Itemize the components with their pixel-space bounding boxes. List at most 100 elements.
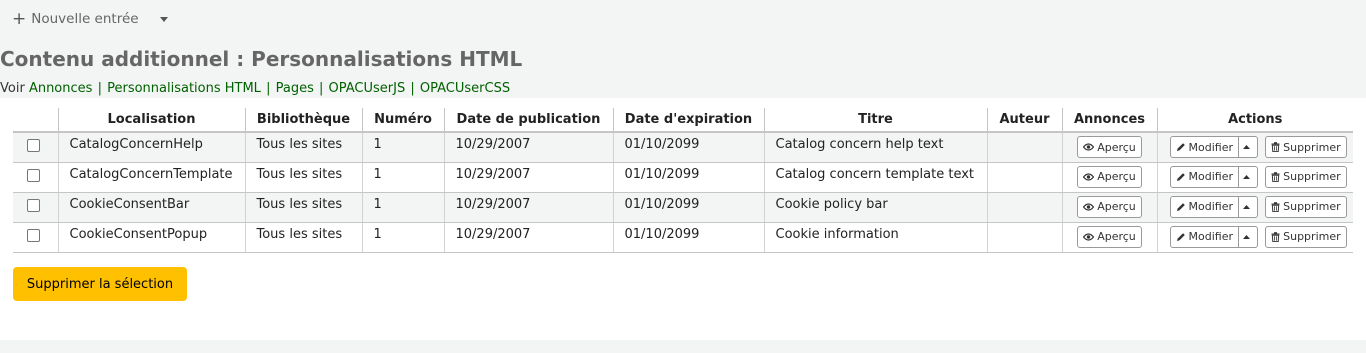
edit-button[interactable]: Modifier bbox=[1169, 195, 1239, 218]
delete-button[interactable]: Supprimer bbox=[1265, 136, 1347, 158]
cell-bibliotheque: Tous les sites bbox=[245, 222, 363, 253]
cell-titre: Cookie information bbox=[764, 222, 988, 253]
caret-up-icon bbox=[1242, 204, 1250, 209]
col-date-publication[interactable]: Date de publication bbox=[444, 108, 614, 133]
link-opacuserjs[interactable]: OPACUserJS bbox=[329, 81, 406, 96]
edit-dropdown-toggle[interactable] bbox=[1238, 225, 1258, 248]
cell-localisation: CookieConsentBar bbox=[58, 192, 246, 223]
preview-button[interactable]: Aperçu bbox=[1077, 225, 1142, 248]
content-panel: Localisation Bibliothèque Numéro Date de… bbox=[0, 98, 1366, 340]
pencil-icon bbox=[1176, 202, 1185, 211]
edit-button[interactable]: Modifier bbox=[1169, 136, 1239, 158]
delete-selection-button[interactable]: Supprimer la sélection bbox=[13, 267, 187, 301]
delete-label: Supprimer bbox=[1283, 140, 1341, 154]
edit-button-group: Modifier bbox=[1169, 225, 1258, 248]
toolbar: + Nouvelle entrée bbox=[12, 8, 171, 30]
preview-button[interactable]: Aperçu bbox=[1077, 136, 1142, 158]
cell-localisation: CatalogConcernHelp bbox=[58, 132, 246, 163]
col-date-expiration[interactable]: Date d'expiration bbox=[613, 108, 765, 133]
preview-label: Aperçu bbox=[1097, 200, 1136, 213]
edit-dropdown-toggle[interactable] bbox=[1238, 165, 1258, 188]
new-entry-button[interactable]: + Nouvelle entrée bbox=[12, 8, 139, 29]
link-separator: | bbox=[410, 81, 415, 96]
cell-auteur bbox=[987, 192, 1063, 223]
page-title: Contenu additionnel : Personnalisations … bbox=[0, 47, 523, 71]
link-opacusercss[interactable]: OPACUserCSS bbox=[420, 81, 510, 96]
edit-dropdown-toggle[interactable] bbox=[1238, 195, 1258, 218]
delete-label: Supprimer bbox=[1283, 200, 1341, 213]
edit-label: Modifier bbox=[1188, 170, 1233, 183]
link-pages[interactable]: Pages bbox=[276, 81, 314, 96]
cell-date-expiration: 01/10/2099 bbox=[613, 222, 765, 253]
pencil-icon bbox=[1176, 172, 1185, 181]
preview-label: Aperçu bbox=[1097, 170, 1136, 183]
row-checkbox[interactable] bbox=[27, 139, 41, 152]
pencil-icon bbox=[1176, 143, 1185, 151]
cell-numero: 1 bbox=[362, 132, 445, 163]
cell-bibliotheque: Tous les sites bbox=[245, 162, 363, 193]
cell-bibliotheque: Tous les sites bbox=[245, 132, 363, 163]
cell-date-publication: 10/29/2007 bbox=[444, 132, 614, 163]
table-row: CookieConsentPopup Tous les sites 1 10/2… bbox=[13, 222, 1353, 253]
cell-date-expiration: 01/10/2099 bbox=[613, 162, 765, 193]
cell-numero: 1 bbox=[362, 162, 445, 193]
col-annonces[interactable]: Annonces bbox=[1062, 108, 1158, 133]
col-bibliotheque[interactable]: Bibliothèque bbox=[245, 108, 363, 133]
preview-button[interactable]: Aperçu bbox=[1077, 195, 1142, 218]
cell-date-publication: 10/29/2007 bbox=[444, 162, 614, 193]
edit-button-group: Modifier bbox=[1169, 165, 1258, 188]
eye-icon bbox=[1083, 232, 1095, 241]
plus-icon: + bbox=[12, 8, 27, 29]
col-localisation[interactable]: Localisation bbox=[58, 108, 246, 133]
html-customizations-table: Localisation Bibliothèque Numéro Date de… bbox=[13, 108, 1353, 253]
delete-button[interactable]: Supprimer bbox=[1265, 165, 1347, 188]
edit-label: Modifier bbox=[1188, 230, 1233, 243]
link-separator: | bbox=[97, 81, 102, 96]
cell-auteur bbox=[987, 222, 1063, 253]
cell-numero: 1 bbox=[362, 222, 445, 253]
preview-label: Aperçu bbox=[1097, 230, 1136, 243]
trash-icon bbox=[1271, 171, 1280, 182]
edit-label: Modifier bbox=[1188, 200, 1233, 213]
delete-label: Supprimer bbox=[1283, 170, 1341, 183]
link-annonces[interactable]: Annonces bbox=[29, 81, 92, 96]
caret-up-icon bbox=[1242, 145, 1250, 149]
link-separator: | bbox=[319, 81, 324, 96]
cell-bibliotheque: Tous les sites bbox=[245, 192, 363, 223]
preview-button[interactable]: Aperçu bbox=[1077, 165, 1142, 188]
col-select bbox=[13, 108, 59, 133]
cell-date-expiration: 01/10/2099 bbox=[613, 132, 765, 163]
caret-down-icon bbox=[159, 16, 168, 22]
voir-prefix: Voir bbox=[0, 81, 25, 96]
caret-up-icon bbox=[1242, 234, 1250, 239]
col-titre[interactable]: Titre bbox=[764, 108, 988, 133]
col-numero[interactable]: Numéro bbox=[362, 108, 445, 133]
delete-button[interactable]: Supprimer bbox=[1265, 225, 1347, 248]
delete-button[interactable]: Supprimer bbox=[1265, 195, 1347, 218]
new-entry-dropdown-toggle[interactable] bbox=[157, 12, 171, 26]
cell-date-publication: 10/29/2007 bbox=[444, 222, 614, 253]
col-actions: Actions bbox=[1157, 108, 1353, 133]
edit-button[interactable]: Modifier bbox=[1169, 165, 1239, 188]
pencil-icon bbox=[1176, 232, 1185, 241]
preview-label: Aperçu bbox=[1097, 140, 1136, 154]
edit-button-group: Modifier bbox=[1169, 136, 1258, 158]
table-header-row: Localisation Bibliothèque Numéro Date de… bbox=[13, 108, 1353, 133]
table-row: CatalogConcernHelp Tous les sites 1 10/2… bbox=[13, 132, 1353, 163]
cell-numero: 1 bbox=[362, 192, 445, 223]
eye-icon bbox=[1083, 202, 1095, 211]
link-personnalisations-html[interactable]: Personnalisations HTML bbox=[107, 81, 261, 96]
edit-button[interactable]: Modifier bbox=[1169, 225, 1239, 248]
cell-localisation: CatalogConcernTemplate bbox=[58, 162, 246, 193]
new-entry-label: Nouvelle entrée bbox=[31, 11, 139, 27]
row-checkbox[interactable] bbox=[27, 198, 41, 212]
row-checkbox[interactable] bbox=[27, 228, 41, 242]
eye-icon bbox=[1083, 172, 1095, 181]
caret-up-icon bbox=[1242, 174, 1250, 179]
row-checkbox[interactable] bbox=[27, 168, 41, 182]
col-auteur[interactable]: Auteur bbox=[987, 108, 1063, 133]
cell-titre: Catalog concern template text bbox=[764, 162, 988, 193]
edit-dropdown-toggle[interactable] bbox=[1238, 136, 1258, 158]
voir-links: Voir Annonces | Personnalisations HTML |… bbox=[0, 81, 510, 96]
eye-icon bbox=[1083, 143, 1095, 151]
